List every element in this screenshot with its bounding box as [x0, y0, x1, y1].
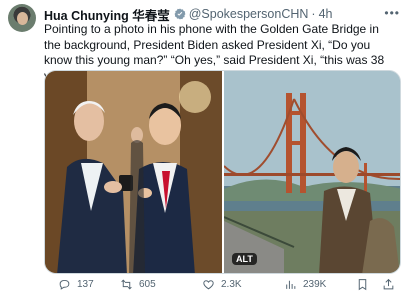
views-icon [286, 280, 296, 289]
alt-badge[interactable]: ALT [232, 253, 257, 265]
author-name[interactable]: Hua Chunying 华春莹 [44, 5, 170, 24]
separator-dot: · [311, 7, 316, 21]
more-icon[interactable]: ••• [384, 6, 400, 20]
photo-golden-gate[interactable]: ALT [224, 71, 400, 273]
author-handle[interactable]: @SpokespersonCHN [189, 7, 309, 21]
like-button[interactable]: 2.3K [202, 278, 242, 291]
verified-badge-icon [174, 8, 186, 20]
bookmark-button[interactable] [356, 278, 375, 291]
retweet-button[interactable]: 605 [120, 278, 156, 291]
tweet[interactable]: Hua Chunying 华春莹 @SpokespersonCHN · 4h •… [0, 0, 410, 291]
views-button[interactable]: 239K [284, 278, 326, 291]
avatar-face [17, 12, 28, 25]
like-icon [203, 280, 214, 290]
reply-icon [59, 279, 70, 290]
tweet-header: Hua Chunying 华春莹 @SpokespersonCHN · 4h [44, 5, 333, 24]
avatar[interactable] [8, 4, 36, 32]
reply-button[interactable]: 137 [58, 278, 94, 291]
share-icon [383, 278, 394, 290]
photo-biden-xi[interactable] [45, 71, 222, 273]
tweet-time[interactable]: 4h [319, 7, 333, 21]
retweet-icon [121, 279, 132, 290]
share-button[interactable] [382, 278, 401, 291]
tweet-media[interactable]: ALT [44, 70, 401, 274]
bookmark-icon [358, 279, 367, 291]
